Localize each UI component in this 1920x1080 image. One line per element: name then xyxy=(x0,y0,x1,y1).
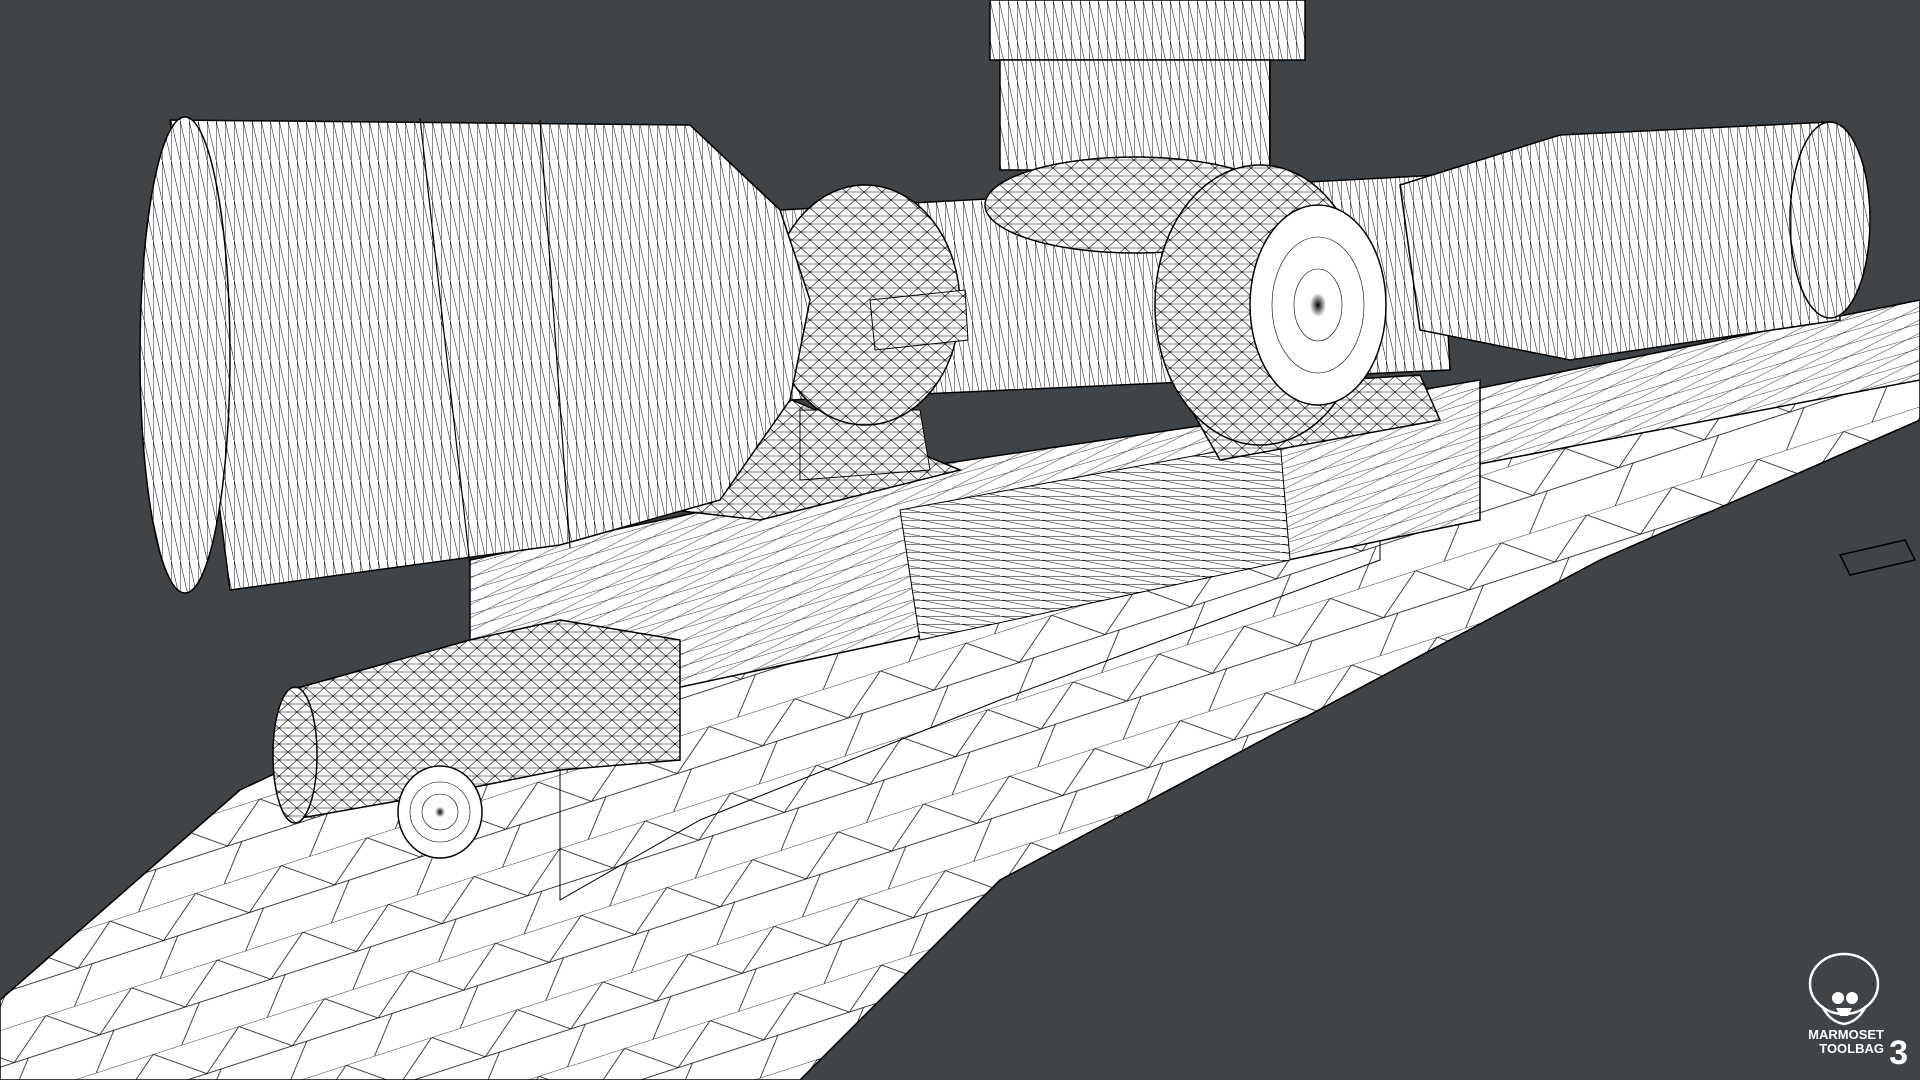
wireframe-scene xyxy=(0,0,1920,1080)
watermark-line2: TOOLBAG xyxy=(1819,1041,1884,1056)
sling-swivel xyxy=(1838,539,1917,576)
scope-eyepiece xyxy=(1399,121,1871,361)
marmoset-skull-icon xyxy=(1808,952,1880,1026)
marmoset-toolbag-watermark: MARMOSET TOOLBAG 3 xyxy=(1798,950,1908,1070)
viewport: MARMOSET TOOLBAG 3 xyxy=(0,0,1920,1080)
watermark-version: 3 xyxy=(1889,1034,1908,1072)
watermark-text: MARMOSET TOOLBAG xyxy=(1808,1028,1884,1056)
watermark-line1: MARMOSET xyxy=(1808,1027,1884,1042)
